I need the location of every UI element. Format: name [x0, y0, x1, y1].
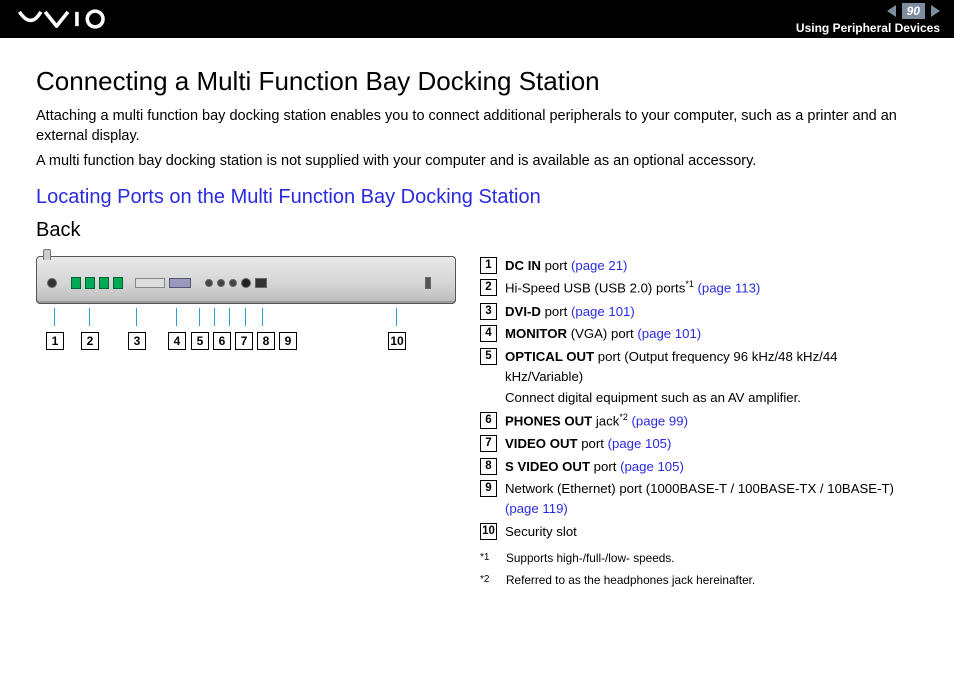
- port-usb: [99, 277, 109, 289]
- footnote: *2Referred to as the headphones jack her…: [480, 572, 918, 590]
- legend-row: 6 PHONES OUT jack*2 (page 99): [480, 411, 918, 431]
- port-vga: [169, 278, 191, 288]
- legend-text: Security slot: [505, 522, 918, 542]
- intro-p1: Attaching a multi function bay docking s…: [36, 107, 918, 146]
- callout-6: 6: [213, 332, 231, 350]
- legend-row: 10 Security slot: [480, 522, 918, 542]
- footnotes: *1Supports high-/full-/low- speeds. *2Ref…: [480, 550, 918, 589]
- page-link[interactable]: (page 105): [620, 459, 684, 474]
- legend-number-box: 10: [480, 523, 497, 540]
- legend-row: 5 OPTICAL OUT port (Output frequency 96 k…: [480, 347, 918, 407]
- port-legend: 1 DC IN port (page 21) 2 Hi-Speed USB (USB …: [480, 256, 918, 594]
- callout-10: 10: [388, 332, 406, 350]
- footnote: *1Supports high-/full-/low- speeds.: [480, 550, 918, 568]
- section-label: Using Peripheral Devices: [796, 21, 940, 35]
- legend-row: 1 DC IN port (page 21): [480, 256, 918, 276]
- callout-numbers: 1 2 3 4 5 6 7 8 9 10: [36, 332, 456, 354]
- legend-row: 9 Network (Ethernet) port (1000BASE-T / 1…: [480, 479, 918, 519]
- legend-number-box: 2: [480, 279, 497, 296]
- page-link[interactable]: (page 21): [571, 258, 627, 273]
- legend-number-box: 7: [480, 435, 497, 452]
- port-usb: [113, 277, 123, 289]
- legend-row: 7 VIDEO OUT port (page 105): [480, 434, 918, 454]
- port-usb: [71, 277, 81, 289]
- callout-5: 5: [191, 332, 209, 350]
- page-link[interactable]: (page 101): [571, 304, 635, 319]
- legend-text: S VIDEO OUT port (page 105): [505, 457, 918, 477]
- callout-7: 7: [235, 332, 253, 350]
- callout-1: 1: [46, 332, 64, 350]
- prev-page-arrow[interactable]: [887, 5, 896, 17]
- port-s-video-out: [241, 278, 251, 288]
- legend-row: 3 DVI-D port (page 101): [480, 302, 918, 322]
- port-optical-out: [205, 279, 213, 287]
- legend-text: MONITOR (VGA) port (page 101): [505, 324, 918, 344]
- port-security-slot: [425, 277, 431, 289]
- callout-4: 4: [168, 332, 186, 350]
- vaio-logo: [18, 9, 118, 29]
- legend-text: DC IN port (page 21): [505, 256, 918, 276]
- legend-row: 2 Hi-Speed USB (USB 2.0) ports*1 (page 11…: [480, 278, 918, 298]
- port-ethernet: [255, 278, 267, 288]
- page-link[interactable]: (page 105): [608, 436, 672, 451]
- page-link[interactable]: (page 119): [505, 501, 568, 516]
- subtitle: Locating Ports on the Multi Function Bay…: [36, 186, 918, 209]
- page-content: Connecting a Multi Function Bay Docking …: [0, 38, 954, 593]
- legend-text: DVI-D port (page 101): [505, 302, 918, 322]
- legend-number-box: 8: [480, 458, 497, 475]
- next-page-arrow[interactable]: [931, 5, 940, 17]
- legend-number-box: 3: [480, 303, 497, 320]
- legend-text: Network (Ethernet) port (1000BASE-T / 10…: [505, 479, 918, 519]
- view-label: Back: [36, 219, 918, 242]
- legend-row: 4 MONITOR (VGA) port (page 101): [480, 324, 918, 344]
- callout-lines: [36, 308, 456, 332]
- page-link[interactable]: (page 113): [694, 281, 760, 296]
- callout-3: 3: [128, 332, 146, 350]
- port-phones-out: [217, 279, 225, 287]
- dock-body: [36, 256, 456, 304]
- intro-p2: A multi function bay docking station is …: [36, 152, 918, 172]
- port-dvi-d: [135, 278, 165, 288]
- page-number: 90: [902, 3, 925, 19]
- legend-number-box: 9: [480, 480, 497, 497]
- page-header: 90 Using Peripheral Devices: [0, 0, 954, 38]
- page-nav: 90: [887, 3, 940, 19]
- page-link[interactable]: (page 101): [637, 326, 701, 341]
- docking-station-diagram: 1 2 3 4 5 6 7 8 9 10: [36, 256, 456, 354]
- legend-number-box: 6: [480, 412, 497, 429]
- legend-number-box: 1: [480, 257, 497, 274]
- intro-text: Attaching a multi function bay docking s…: [36, 107, 918, 172]
- port-usb: [85, 277, 95, 289]
- legend-text: PHONES OUT jack*2 (page 99): [505, 411, 918, 431]
- page-link[interactable]: (page 99): [628, 413, 688, 428]
- legend-text: VIDEO OUT port (page 105): [505, 434, 918, 454]
- legend-text: Hi-Speed USB (USB 2.0) ports*1 (page 113…: [505, 278, 918, 298]
- page-title: Connecting a Multi Function Bay Docking …: [36, 66, 918, 97]
- legend-number-box: 4: [480, 325, 497, 342]
- callout-8: 8: [257, 332, 275, 350]
- callout-2: 2: [81, 332, 99, 350]
- port-dc-in: [47, 278, 57, 288]
- legend-number-box: 5: [480, 348, 497, 365]
- legend-row: 8 S VIDEO OUT port (page 105): [480, 457, 918, 477]
- callout-9: 9: [279, 332, 297, 350]
- port-video-out: [229, 279, 237, 287]
- legend-text: OPTICAL OUT port (Output frequency 96 kH…: [505, 347, 918, 407]
